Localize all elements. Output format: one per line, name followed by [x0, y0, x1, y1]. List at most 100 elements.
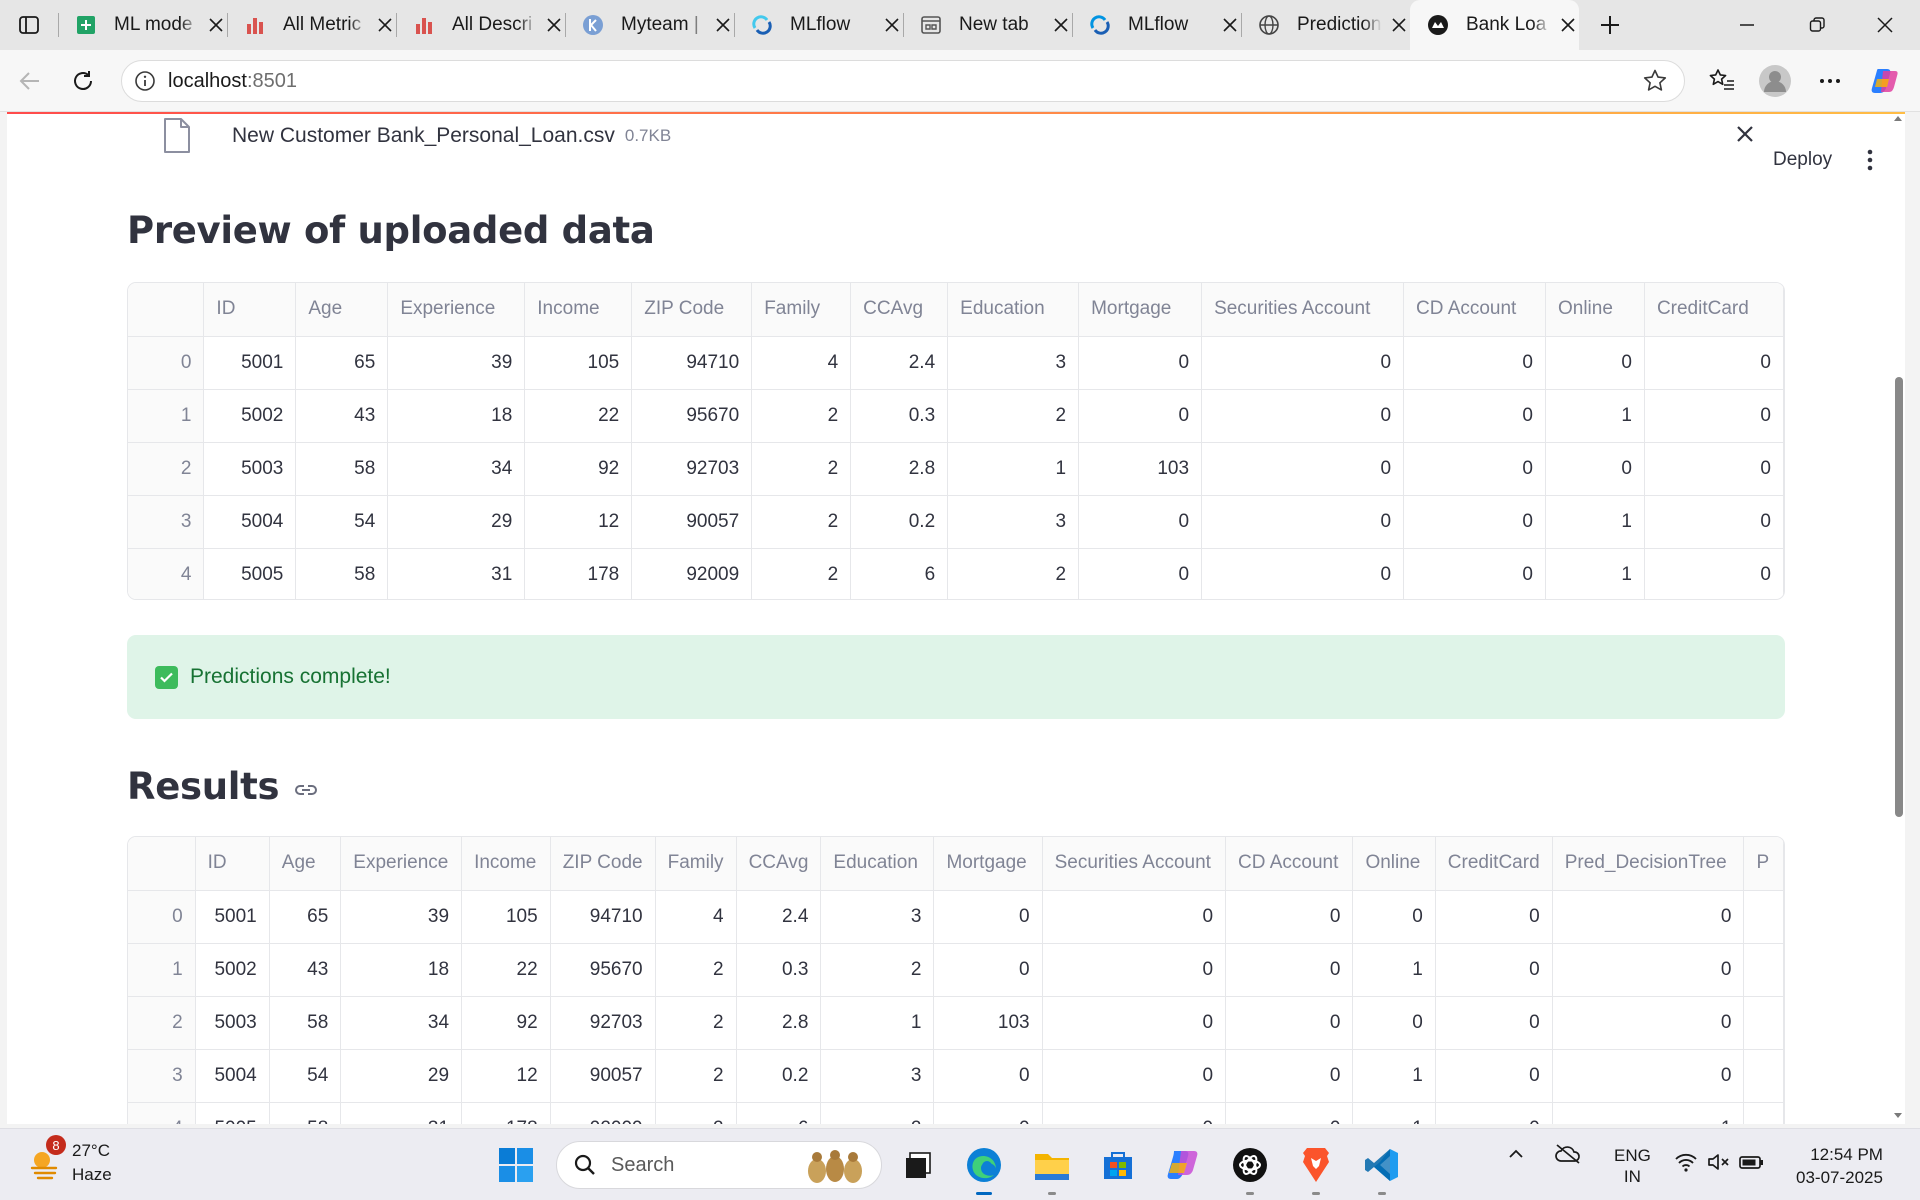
table-cell[interactable]: 43: [269, 943, 342, 997]
column-header[interactable]: Experience: [340, 837, 463, 891]
table-row[interactable]: 0 5001 65 39 105 94710 4 2.4 3 0 0 0 0 0: [128, 336, 1784, 390]
table-cell[interactable]: 0: [1552, 1049, 1745, 1103]
table-cell[interactable]: 0: [1078, 389, 1203, 443]
table-cell[interactable]: 5005: [195, 1102, 270, 1124]
column-header[interactable]: ID: [203, 283, 297, 337]
column-header[interactable]: Family: [751, 283, 852, 337]
table-cell[interactable]: 0: [1435, 1049, 1553, 1103]
tab-close-button[interactable]: [205, 14, 227, 36]
table-cell[interactable]: 0: [1403, 389, 1546, 443]
row-index-cell[interactable]: 2: [128, 996, 196, 1050]
anchor-link-icon[interactable]: [293, 777, 319, 803]
tab-close-button[interactable]: [712, 14, 734, 36]
table-cell[interactable]: 1: [1352, 943, 1436, 997]
table-cell[interactable]: 0: [1225, 890, 1354, 944]
table-cell[interactable]: 103: [1078, 442, 1203, 496]
table-cell[interactable]: 2.4: [850, 336, 949, 390]
table-cell[interactable]: 65: [269, 890, 342, 944]
table-cell[interactable]: 3: [947, 336, 1080, 390]
table-cell[interactable]: 2: [751, 548, 852, 599]
table-cell[interactable]: 2.4: [736, 890, 822, 944]
table-cell[interactable]: 2: [751, 442, 852, 496]
task-view-button[interactable]: [896, 1143, 940, 1187]
table-cell[interactable]: 4: [751, 336, 852, 390]
table-cell[interactable]: 0: [1352, 890, 1436, 944]
table-cell[interactable]: 2: [820, 943, 935, 997]
table-cell[interactable]: 0: [1201, 389, 1405, 443]
taskbar-clock[interactable]: 12:54 PM 03-07-2025: [1796, 1143, 1883, 1189]
table-cell[interactable]: 0: [1201, 442, 1405, 496]
table-cell[interactable]: 2: [655, 943, 737, 997]
column-header[interactable]: CCAvg: [736, 837, 822, 891]
table-cell[interactable]: 0: [1042, 1102, 1227, 1124]
browser-tab[interactable]: All Descri: [396, 0, 565, 50]
browser-menu-button[interactable]: [1811, 62, 1849, 100]
table-cell[interactable]: 0: [1042, 943, 1227, 997]
column-header[interactable]: Mortgage: [1078, 283, 1203, 337]
taskbar-vscode[interactable]: [1360, 1143, 1404, 1195]
table-cell[interactable]: 178: [524, 548, 633, 599]
chevron-up-icon[interactable]: [1506, 1144, 1526, 1164]
row-index-cell[interactable]: 1: [128, 943, 196, 997]
scroll-down-icon[interactable]: [1893, 1112, 1903, 1120]
table-cell[interactable]: 39: [340, 890, 463, 944]
browser-tab[interactable]: New tab: [903, 0, 1072, 50]
refresh-button[interactable]: [64, 62, 102, 100]
table-cell[interactable]: 0: [1201, 336, 1405, 390]
tab-close-button[interactable]: [543, 14, 565, 36]
table-cell[interactable]: 5001: [203, 336, 297, 390]
new-tab-button[interactable]: [1585, 0, 1635, 50]
table-cell[interactable]: 5002: [203, 389, 297, 443]
table-cell[interactable]: 0: [1644, 548, 1784, 599]
table-row[interactable]: 1 5002 43 18 22 95670 2 0.3 2 0 0 0 1 0: [128, 389, 1784, 443]
table-cell[interactable]: 0: [1352, 996, 1436, 1050]
start-button[interactable]: [494, 1143, 538, 1187]
column-header[interactable]: ZIP Code: [550, 837, 656, 891]
table-cell[interactable]: 0: [1225, 1102, 1354, 1124]
table-cell[interactable]: [1743, 1102, 1784, 1124]
table-cell[interactable]: 92009: [631, 548, 753, 599]
input-language[interactable]: ENG IN: [1614, 1145, 1651, 1187]
table-cell[interactable]: 0.2: [736, 1049, 822, 1103]
table-cell[interactable]: 90057: [631, 495, 753, 549]
table-cell[interactable]: 0: [1042, 996, 1227, 1050]
table-cell[interactable]: 0: [1225, 1049, 1354, 1103]
table-cell[interactable]: 3: [820, 890, 935, 944]
restore-button[interactable]: [1782, 0, 1852, 50]
table-cell[interactable]: 0: [1552, 996, 1745, 1050]
table-cell[interactable]: 0: [933, 1102, 1043, 1124]
row-index-cell[interactable]: 4: [128, 548, 205, 599]
table-cell[interactable]: 29: [387, 495, 526, 549]
table-cell[interactable]: 0.3: [736, 943, 822, 997]
url-text[interactable]: localhost:8501: [168, 70, 297, 93]
table-cell[interactable]: 0: [933, 890, 1043, 944]
row-index-cell[interactable]: 3: [128, 495, 205, 549]
table-cell[interactable]: 0: [1644, 495, 1784, 549]
table-cell[interactable]: 0.2: [850, 495, 949, 549]
tab-close-button[interactable]: [1219, 14, 1241, 36]
favorites-button[interactable]: [1703, 62, 1741, 100]
table-cell[interactable]: 2.8: [850, 442, 949, 496]
weather-widget[interactable]: 8 27°C Haze: [28, 1135, 112, 1187]
column-header[interactable]: Education: [820, 837, 935, 891]
table-cell[interactable]: 92009: [550, 1102, 656, 1124]
table-row[interactable]: 0 5001 65 39 105 94710 4 2.4 3 0 0 0 0 0 0: [128, 890, 1784, 944]
preview-dataframe[interactable]: ID Age Experience Income ZIP Code Family CCAvg…: [127, 282, 1785, 600]
table-cell[interactable]: 0: [1435, 890, 1553, 944]
table-cell[interactable]: 92703: [631, 442, 753, 496]
tab-close-button[interactable]: [1050, 14, 1072, 36]
table-cell[interactable]: 0: [1078, 336, 1203, 390]
table-cell[interactable]: 0: [1644, 389, 1784, 443]
table-cell[interactable]: 22: [524, 389, 633, 443]
table-cell[interactable]: 105: [524, 336, 633, 390]
table-cell[interactable]: 1: [1545, 548, 1645, 599]
row-index-cell[interactable]: 1: [128, 389, 205, 443]
taskbar-brave[interactable]: [1294, 1143, 1338, 1195]
table-cell[interactable]: 18: [340, 943, 463, 997]
browser-tab[interactable]: MLflow: [1072, 0, 1241, 50]
table-cell[interactable]: 31: [340, 1102, 463, 1124]
table-cell[interactable]: 2: [751, 495, 852, 549]
table-cell[interactable]: 0: [1552, 943, 1745, 997]
table-row[interactable]: 3 5004 54 29 12 90057 2 0.2 3 0 0 0 1 0 0: [128, 1049, 1784, 1103]
table-cell[interactable]: 5004: [203, 495, 297, 549]
